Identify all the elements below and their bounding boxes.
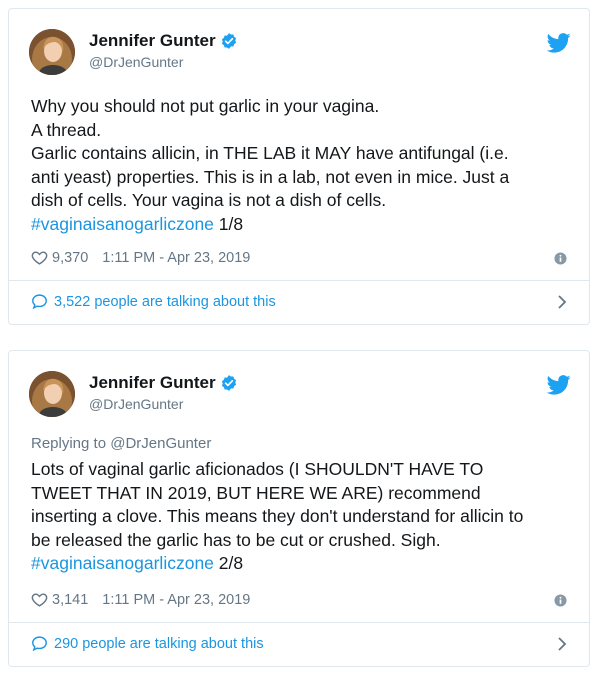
speech-bubble-icon xyxy=(32,636,47,652)
conversation-link[interactable]: 290 people are talking about this xyxy=(31,635,567,652)
author-avatar[interactable] xyxy=(29,371,75,417)
author-name[interactable]: Jennifer Gunter xyxy=(89,373,216,393)
chevron-right-icon[interactable] xyxy=(557,294,567,309)
conversation-link[interactable]: 3,522 people are talking about this xyxy=(31,293,567,310)
tweet-meta: 9,370 1:11 PM - Apr 23, 2019 xyxy=(31,249,250,266)
divider xyxy=(9,280,589,281)
talking-count[interactable]: 3,522 people are talking about this xyxy=(54,294,276,310)
author-avatar[interactable] xyxy=(29,29,75,75)
author-name[interactable]: Jennifer Gunter xyxy=(89,31,216,51)
author-handle[interactable]: @DrJenGunter xyxy=(89,54,183,70)
like-count[interactable]: 9,370 xyxy=(52,250,88,266)
twitter-bird-icon[interactable] xyxy=(547,375,571,395)
tweet-card[interactable]: Jennifer Gunter @DrJenGunter Why you sho… xyxy=(8,8,590,325)
tweet-timestamp[interactable]: 1:11 PM - Apr 23, 2019 xyxy=(102,592,250,608)
tweet-text: Lots of vaginal garlic aficionados (I SH… xyxy=(31,459,524,574)
info-icon[interactable] xyxy=(554,252,567,265)
like-count[interactable]: 3,141 xyxy=(52,592,88,608)
tweet-meta: 3,141 1:11 PM - Apr 23, 2019 xyxy=(31,591,250,608)
twitter-bird-icon[interactable] xyxy=(547,33,571,53)
verified-badge-icon xyxy=(221,375,236,391)
replying-to: Replying to @DrJenGunter xyxy=(31,435,212,452)
info-icon[interactable] xyxy=(554,594,567,607)
divider xyxy=(9,622,589,623)
heart-icon[interactable] xyxy=(31,591,48,608)
thread-position: 2/8 xyxy=(218,553,244,574)
chevron-right-icon[interactable] xyxy=(557,636,567,651)
thread-position: 1/8 xyxy=(218,213,244,234)
heart-icon[interactable] xyxy=(31,249,48,266)
tweet-timestamp[interactable]: 1:11 PM - Apr 23, 2019 xyxy=(102,250,250,266)
talking-count[interactable]: 290 people are talking about this xyxy=(54,636,264,652)
verified-badge-icon xyxy=(221,33,236,49)
speech-bubble-icon xyxy=(32,294,47,310)
hashtag-link[interactable]: #vaginaisanogarliczone xyxy=(31,214,214,234)
tweet-card[interactable]: Jennifer Gunter @DrJenGunter Replying to… xyxy=(8,350,590,667)
tweet-text: Why you should not put garlic in your va… xyxy=(31,96,510,234)
hashtag-link[interactable]: #vaginaisanogarliczone xyxy=(31,553,214,573)
author-handle[interactable]: @DrJenGunter xyxy=(89,396,183,412)
